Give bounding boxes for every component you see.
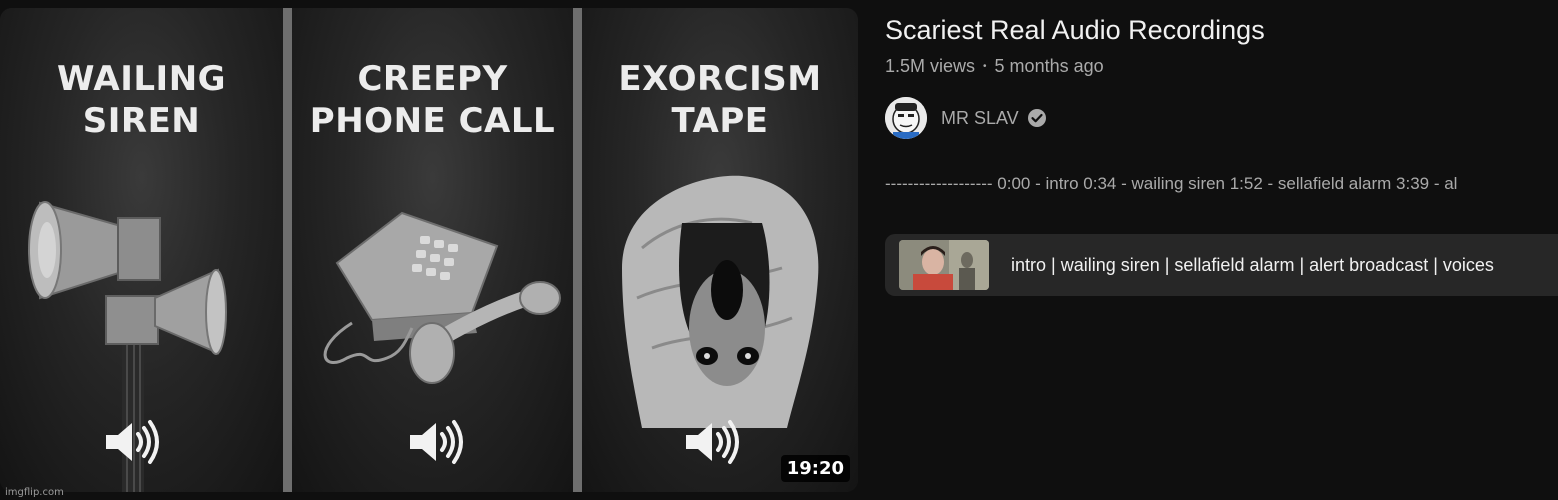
video-info: Scariest Real Audio Recordings 1.5M view… [885, 12, 1558, 296]
panel-divider [573, 8, 582, 492]
speaker-volume-icon [106, 420, 159, 464]
imgflip-watermark: imgflip.com [5, 487, 64, 498]
meta-separator: • [983, 60, 987, 72]
channel-avatar[interactable] [885, 97, 927, 139]
video-thumbnail[interactable]: WAILING SIREN CREEPY PHONE CALL EXORCISM… [0, 8, 858, 492]
thumbnail-panel-exorcism: EXORCISM TAPE [582, 8, 858, 492]
verified-check-icon [1027, 109, 1046, 127]
duration-badge: 19:20 [780, 455, 850, 482]
chapters-strip[interactable]: intro | wailing siren | sellafield alarm… [885, 234, 1558, 296]
speaker-volume-icon [410, 420, 463, 464]
avatar-face-icon [885, 97, 927, 139]
video-title[interactable]: Scariest Real Audio Recordings [885, 12, 1558, 48]
video-meta: 1.5M views • 5 months ago [885, 54, 1558, 78]
panel-divider [283, 8, 292, 492]
view-count: 1.5M views [885, 55, 976, 76]
video-description-snippet[interactable]: ------------------- 0:00 - intro 0:34 - … [885, 174, 1558, 194]
channel-row: MR SLAV [885, 96, 1558, 140]
upload-age: 5 months ago [994, 55, 1104, 76]
thumbnail-panel-siren: WAILING SIREN [0, 8, 283, 492]
thumbnail-panel-phone: CREEPY PHONE CALL [292, 8, 573, 492]
chapter-thumbnail-image [899, 240, 989, 290]
speaker-volume-icon [686, 420, 739, 464]
channel-name[interactable]: MR SLAV [941, 108, 1019, 129]
chapters-text: intro | wailing siren | sellafield alarm… [1011, 254, 1494, 275]
chapter-thumbnail [899, 240, 989, 290]
